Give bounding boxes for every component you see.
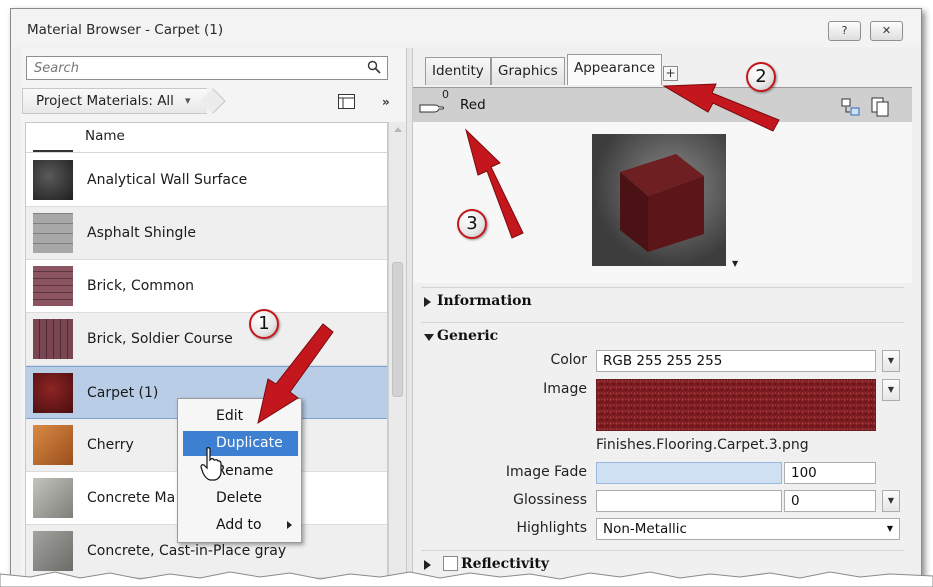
asset-bar: 0 Red <box>413 87 912 122</box>
search-icon[interactable] <box>367 60 381 74</box>
material-thumbnail <box>33 266 73 306</box>
torn-edge <box>0 571 933 587</box>
image-label: Image <box>543 381 587 397</box>
chevron-down-icon: ▼ <box>886 524 893 533</box>
more-options-icon[interactable]: » <box>382 95 390 109</box>
tab-graphics[interactable]: Graphics <box>491 57 565 85</box>
material-thumbnail <box>33 160 73 200</box>
material-name: Cherry <box>87 437 134 453</box>
project-materials-filter[interactable]: Project Materials: All ▾ <box>22 88 207 114</box>
material-thumbnail <box>33 531 73 571</box>
material-thumbnail <box>33 373 73 413</box>
material-name: Asphalt Shingle <box>87 225 196 241</box>
menu-item-delete[interactable]: Delete <box>179 486 300 511</box>
chevron-down-icon: ▾ <box>185 94 191 107</box>
asset-name: Red <box>460 97 486 113</box>
material-preview-image[interactable] <box>592 134 726 266</box>
list-scrollbar[interactable] <box>388 122 406 579</box>
menu-item-add-to[interactable]: Add to <box>179 513 300 538</box>
pane-splitter[interactable] <box>406 48 413 579</box>
list-item[interactable]: Asphalt Shingle <box>26 207 387 260</box>
material-name: Concrete, Cast-in-Place gray <box>87 543 287 559</box>
preview-area: ▼ <box>413 122 912 283</box>
asset-usage-count: 0 <box>442 88 449 101</box>
material-editor-pane: Identity Graphics Appearance + 0 Red ▼ I… <box>413 48 912 579</box>
search-input[interactable] <box>27 57 347 79</box>
callout-1: 1 <box>249 309 279 339</box>
filter-label: Project Materials: All <box>36 93 174 109</box>
list-item[interactable]: Brick, Common <box>26 260 387 313</box>
menu-item-rename[interactable]: Rename <box>179 459 300 484</box>
hand-icon <box>419 104 444 113</box>
section-title: Generic <box>437 328 499 344</box>
image-swatch[interactable] <box>596 379 876 431</box>
name-column-header[interactable]: Name <box>85 128 125 144</box>
image-fade-label: Image Fade <box>505 464 587 480</box>
list-item[interactable]: Analytical Wall Surface <box>26 154 387 207</box>
scroll-up-icon[interactable] <box>394 127 402 132</box>
add-asset-button[interactable]: + <box>663 66 678 81</box>
glossiness-slider[interactable] <box>596 490 782 512</box>
window-title: Material Browser - Carpet (1) <box>27 22 224 38</box>
section-title: Information <box>437 293 532 309</box>
image-fade-slider[interactable] <box>596 462 782 484</box>
view-layout-icon[interactable] <box>338 94 355 109</box>
carpet-cube-icon <box>620 154 704 252</box>
highlights-select[interactable]: Non-Metallic ▼ <box>596 518 900 540</box>
preview-options-icon[interactable]: ▼ <box>732 259 738 268</box>
material-name: Analytical Wall Surface <box>87 172 248 188</box>
callout-3: 3 <box>457 209 487 239</box>
list-header: Name <box>26 123 387 153</box>
material-name: Concrete Ma <box>87 490 176 506</box>
material-thumbnail <box>33 213 73 253</box>
help-button[interactable]: ? <box>828 21 861 41</box>
header-thumb-column <box>33 150 73 152</box>
glossiness-dropdown-icon[interactable]: ▼ <box>882 490 900 512</box>
highlights-label: Highlights <box>516 520 588 536</box>
generic-section[interactable]: Generic <box>421 322 904 348</box>
color-label: Color <box>550 352 587 368</box>
color-field[interactable]: RGB 255 255 255 <box>596 350 876 372</box>
replace-asset-icon[interactable] <box>871 97 891 117</box>
title-bar: Material Browser - Carpet (1) ? ✕ <box>11 9 921 47</box>
tab-identity[interactable]: Identity <box>425 57 491 85</box>
list-item[interactable]: Brick, Soldier Course <box>26 313 387 366</box>
submenu-arrow-icon <box>287 521 292 529</box>
image-filename[interactable]: Finishes.Flooring.Carpet.3.png <box>596 437 809 453</box>
material-name: Brick, Soldier Course <box>87 331 233 347</box>
image-fade-value[interactable]: 100 <box>784 462 876 484</box>
image-dropdown-icon[interactable]: ▼ <box>882 379 900 401</box>
glossiness-label: Glossiness <box>513 492 587 508</box>
material-thumbnail <box>33 319 73 359</box>
material-thumbnail <box>33 425 73 465</box>
information-section[interactable]: Information <box>421 287 904 313</box>
tab-appearance[interactable]: Appearance <box>567 54 663 85</box>
mouse-cursor-icon <box>200 447 222 481</box>
menu-item-label: Add to <box>216 517 262 533</box>
callout-2: 2 <box>746 62 776 92</box>
filter-bar: Project Materials: All ▾ » <box>21 86 406 116</box>
editor-tabs: Identity Graphics Appearance + <box>413 48 912 88</box>
scrollbar-thumb[interactable] <box>392 262 403 397</box>
material-name: Brick, Common <box>87 278 195 294</box>
highlights-value: Non-Metallic <box>603 521 687 537</box>
expand-icon[interactable] <box>424 297 431 307</box>
material-name: Carpet (1) <box>87 385 159 401</box>
color-dropdown-icon[interactable]: ▼ <box>882 350 900 372</box>
glossiness-value[interactable]: 0 <box>784 490 876 512</box>
search-box[interactable] <box>26 56 388 80</box>
material-thumbnail <box>33 478 73 518</box>
collapse-icon[interactable] <box>424 334 434 341</box>
carpet-texture-image <box>597 380 875 430</box>
menu-item-edit[interactable]: Edit <box>179 404 300 429</box>
close-button[interactable]: ✕ <box>870 21 903 41</box>
duplicate-asset-icon[interactable] <box>841 98 861 116</box>
context-menu: Edit Duplicate Rename Delete Add to <box>177 398 302 543</box>
